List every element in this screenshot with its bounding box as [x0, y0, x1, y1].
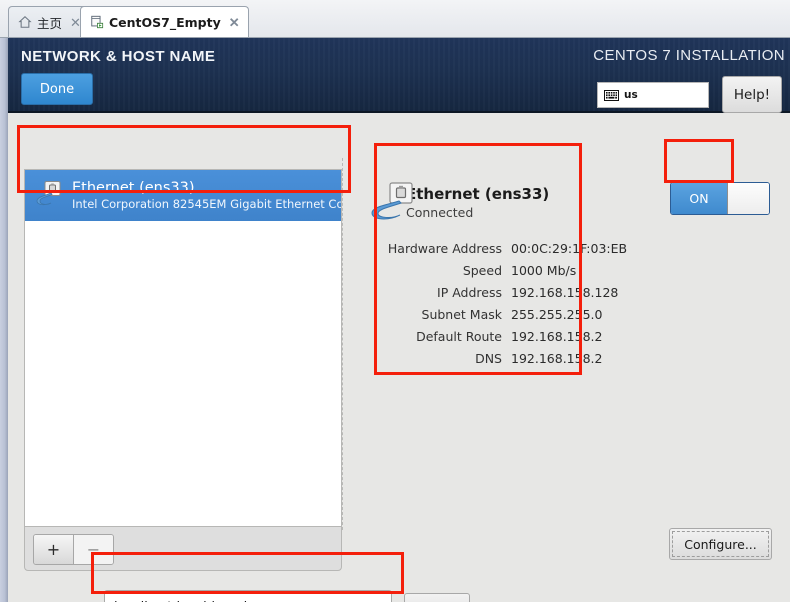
toggle-knob[interactable]: [727, 183, 769, 214]
toggle-state-label: ON: [671, 183, 727, 214]
device-name: Ethernet (ens33): [72, 179, 195, 196]
keyboard-layout-indicator[interactable]: us: [597, 82, 709, 108]
remove-device-button[interactable]: −: [73, 535, 113, 564]
add-remove-group: + −: [33, 534, 114, 565]
vm-icon: [90, 15, 104, 29]
tab-centos7-empty-label: CentOS7_Empty: [109, 14, 221, 30]
detail-label: IP Address: [437, 285, 502, 300]
detail-label: Default Route: [416, 329, 502, 344]
product-title: CENTOS 7 INSTALLATION: [593, 47, 785, 64]
detail-value: 1000 Mb/s: [511, 263, 577, 278]
done-button-label: Done: [39, 81, 75, 97]
device-details-titles: Ethernet (ens33) Connected: [406, 185, 549, 221]
installer-header: NETWORK & HOST NAME CENTOS 7 INSTALLATIO…: [8, 38, 790, 113]
detail-value: 192.168.158.2: [511, 329, 603, 344]
device-details-panel: Ethernet (ens33) Connected Hardware Addr…: [370, 178, 627, 366]
apply-button[interactable]: Apply: [404, 593, 470, 602]
detail-label: Hardware Address: [387, 241, 502, 256]
home-icon: [18, 15, 32, 29]
minus-icon: −: [86, 540, 101, 559]
help-button-label: Help!: [733, 86, 771, 103]
details-status: Connected: [406, 205, 474, 220]
detail-label: DNS: [475, 351, 502, 366]
hostname-input[interactable]: localhost.localdomain: [104, 590, 392, 602]
network-device-list[interactable]: Ethernet (ens33) Intel Corporation 82545…: [24, 169, 342, 526]
network-enable-toggle[interactable]: ON: [670, 182, 770, 215]
ethernet-icon: [34, 179, 64, 213]
device-details-rows: Hardware Address 00:0C:29:1F:03:EB Speed…: [370, 241, 627, 366]
anaconda-installer-window: NETWORK & HOST NAME CENTOS 7 INSTALLATIO…: [0, 38, 790, 602]
add-device-button[interactable]: +: [34, 535, 73, 564]
detail-value: 192.168.158.128: [511, 285, 619, 300]
device-list-footer: + −: [24, 526, 342, 571]
configure-button-label: Configure...: [684, 536, 757, 552]
detail-value: 00:0C:29:1F:03:EB: [511, 241, 628, 256]
keyboard-layout-label: us: [624, 89, 638, 101]
tab-home-label: 主页: [37, 15, 63, 31]
detail-value: 192.168.158.2: [511, 351, 603, 366]
device-details-header: Ethernet (ens33) Connected: [370, 178, 620, 228]
screenshot-root: 主页 ✕ CentOS7_Empty ✕ NETWORK & HOST NAME…: [0, 0, 790, 602]
detail-label: Speed: [462, 263, 502, 278]
done-button[interactable]: Done: [21, 73, 93, 105]
details-title: Ethernet (ens33): [406, 185, 550, 203]
list-item-text: Ethernet (ens33) Intel Corporation 82545…: [72, 180, 341, 212]
panel-separator: [342, 158, 343, 530]
detail-label: Subnet Mask: [421, 307, 502, 322]
plus-icon: +: [46, 540, 61, 559]
list-item[interactable]: Ethernet (ens33) Intel Corporation 82545…: [25, 170, 341, 221]
ethernet-icon-large: [362, 180, 424, 232]
tab-centos7-empty[interactable]: CentOS7_Empty ✕: [80, 6, 249, 37]
device-description: Intel Corporation 82545EM Gigabit Ethern…: [72, 196, 341, 211]
detail-value: 255.255.255.0: [511, 307, 603, 322]
help-button[interactable]: Help!: [722, 76, 782, 113]
page-title: NETWORK & HOST NAME: [21, 48, 216, 65]
vm-tab-bar: 主页 ✕ CentOS7_Empty ✕: [0, 0, 790, 38]
tab-centos7-empty-close-icon[interactable]: ✕: [229, 16, 240, 29]
keyboard-icon: [604, 86, 619, 105]
configure-button[interactable]: Configure...: [669, 528, 772, 560]
tab-home[interactable]: 主页 ✕: [8, 6, 90, 37]
window-left-edge: [0, 38, 8, 602]
